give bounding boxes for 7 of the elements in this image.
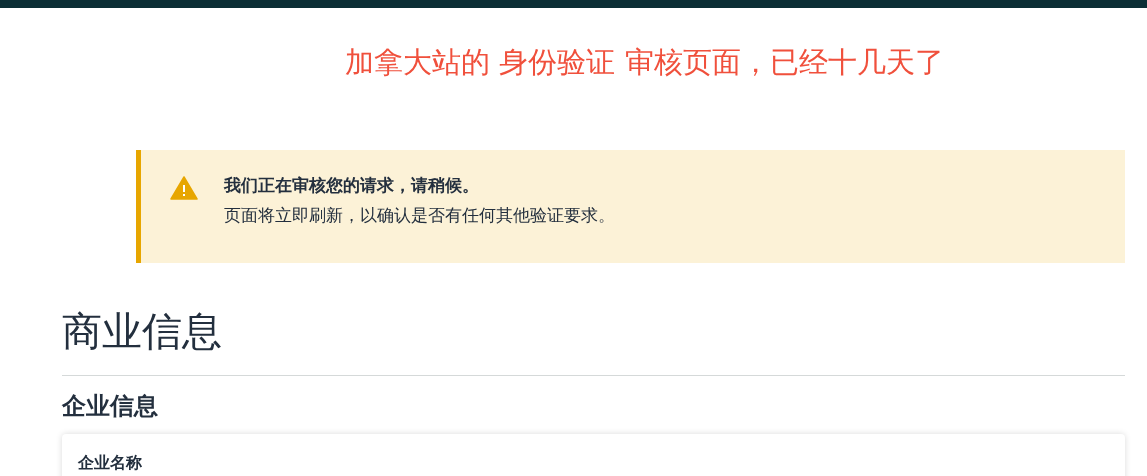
field-label: 企业名称 [78, 453, 142, 472]
alert-message: 页面将立即刷新，以确认是否有任何其他验证要求。 [224, 204, 615, 226]
page-title: 商业信息 [62, 307, 223, 355]
section-title: 企业信息 [62, 391, 159, 422]
alert-title: 我们正在审核您的请求，请稍候。 [224, 174, 480, 196]
annotation-text: 加拿大站的 身份验证 审核页面，已经十几天了 [345, 44, 944, 80]
warning-icon [170, 176, 198, 200]
